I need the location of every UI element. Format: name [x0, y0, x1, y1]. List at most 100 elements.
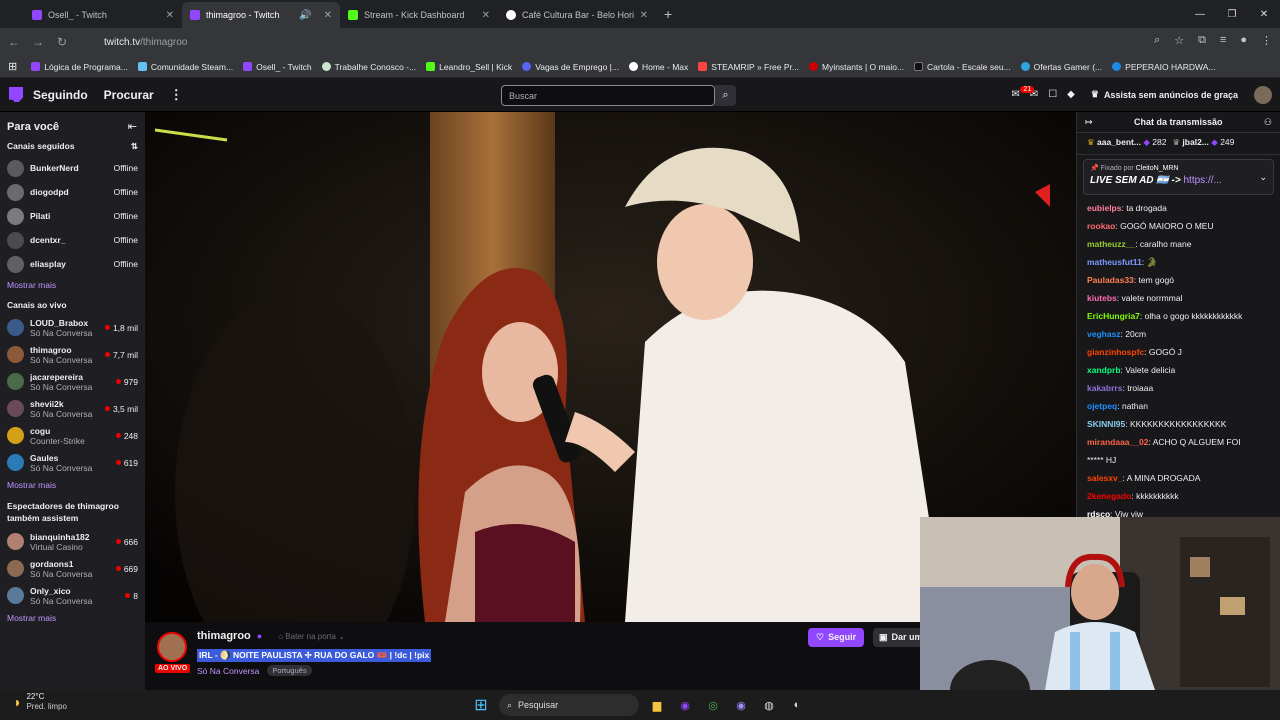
search-icon[interactable]: ⌕ — [715, 85, 736, 106]
twitch-logo-icon[interactable] — [9, 87, 23, 102]
new-tab-icon[interactable]: + — [664, 6, 672, 22]
sidebar-channel[interactable]: jacarepereira Só Na Conversa 979 — [0, 368, 145, 395]
star-icon[interactable]: ☆ — [1174, 34, 1184, 47]
extensions-icon[interactable]: ⧉ — [1198, 34, 1206, 47]
back-icon[interactable]: ← — [2, 35, 26, 49]
chat-username[interactable]: rookao — [1087, 221, 1115, 231]
sidebar-channel[interactable]: gordaons1 Só Na Conversa 669 — [0, 555, 145, 582]
pinned-link[interactable]: https://... — [1183, 175, 1221, 186]
browse-link[interactable]: Procurar — [104, 88, 154, 102]
bookmark-item[interactable]: Vagas de Emprego |... — [522, 61, 619, 72]
menu-list-icon[interactable]: ≡ — [1220, 34, 1226, 47]
chat-username[interactable]: xandprb — [1087, 365, 1121, 375]
steam-icon[interactable]: ◐ — [786, 694, 808, 716]
chat-username[interactable]: EricHungria7 — [1087, 311, 1140, 321]
sidebar-channel[interactable]: Gaules Só Na Conversa 619 — [0, 449, 145, 476]
bits-icon[interactable]: ◆ — [1067, 89, 1075, 100]
chrome-icon[interactable]: ◎ — [702, 694, 724, 716]
chat-username[interactable]: veghasz — [1087, 329, 1121, 339]
bookmark-item[interactable]: Home - Max — [628, 61, 688, 72]
gift-entry[interactable]: ♛ jbal2... ◆ 249 — [1172, 137, 1234, 150]
twitch-app-icon[interactable]: ◉ — [674, 694, 696, 716]
streamer-avatar[interactable] — [157, 632, 187, 662]
audio-icon[interactable]: 🔊 — [299, 10, 311, 21]
chat-username[interactable]: gianzinhospfc — [1087, 347, 1144, 357]
following-link[interactable]: Seguindo — [33, 88, 88, 102]
address-bar[interactable]: twitch.tv/thimagroo — [82, 32, 1152, 52]
sort-icon[interactable]: ⇅ — [131, 141, 138, 152]
obs-icon[interactable]: ◍ — [758, 694, 780, 716]
tag-portugues[interactable]: Português — [267, 665, 312, 676]
minimize-icon[interactable]: — — [1184, 0, 1216, 28]
gift-entry[interactable]: ♛ aaa_bent... ◆ 282 — [1087, 137, 1166, 150]
activity-icon[interactable]: ☐ — [1048, 89, 1057, 100]
sidebar-channel[interactable]: Pilati Offline — [0, 204, 145, 228]
close-tab-icon[interactable]: ✕ — [166, 10, 174, 21]
chat-username[interactable]: matheuzz__ — [1087, 239, 1135, 249]
sidebar-channel[interactable]: BunkerNerd Offline — [0, 156, 145, 180]
chat-username[interactable]: kakabrrs — [1087, 383, 1122, 393]
sidebar-channel[interactable]: eliasplay Offline — [0, 252, 145, 276]
chat-username[interactable]: mirandaaa__02 — [1087, 437, 1148, 447]
chat-username[interactable]: SKINNI95 — [1087, 419, 1125, 429]
expand-icon[interactable]: ↦ — [1085, 117, 1093, 128]
bookmark-item[interactable]: Comunidade Steam... — [137, 61, 233, 72]
bookmark-item[interactable]: PEPERAIO HARDWA... — [1112, 61, 1216, 72]
close-window-icon[interactable]: ✕ — [1248, 0, 1280, 28]
chat-username[interactable]: rdsco — [1087, 509, 1110, 517]
show-more-link[interactable]: Mostrar mais — [0, 276, 145, 296]
kebab-menu-icon[interactable]: ⋮ — [1261, 34, 1272, 47]
channel-name[interactable]: thimagroo — [197, 630, 251, 642]
sidebar-channel[interactable]: diogodpd Offline — [0, 180, 145, 204]
bookmark-item[interactable]: Ofertas Gamer (... — [1020, 61, 1102, 72]
chat-username[interactable]: salesxv_ — [1087, 473, 1122, 483]
tab-kick[interactable]: Stream - Kick Dashboard ✕ — [340, 2, 498, 28]
close-tab-icon[interactable]: ✕ — [324, 10, 332, 21]
show-more-link[interactable]: Mostrar mais — [0, 476, 145, 496]
chat-username[interactable]: kiutebs — [1087, 293, 1117, 303]
sidebar-channel[interactable]: dcentxr_ Offline — [0, 228, 145, 252]
windows-start-icon[interactable]: ⊞ — [470, 694, 492, 716]
file-explorer-icon[interactable]: ▆ — [646, 694, 668, 716]
sidebar-channel[interactable]: bianquinha182 Virtual Casino 666 — [0, 528, 145, 555]
chat-username[interactable]: 2kenegado — [1087, 491, 1131, 501]
bookmark-item[interactable]: Lógica de Programa... — [31, 61, 128, 72]
collapse-icon[interactable]: ⇤ — [128, 120, 137, 133]
maximize-icon[interactable]: ❐ — [1216, 0, 1248, 28]
zoom-icon[interactable]: ⌕ — [1154, 34, 1160, 47]
stream-category[interactable]: Só Na Conversa — [197, 666, 259, 676]
close-tab-icon[interactable]: ✕ — [482, 10, 490, 21]
bookmark-item[interactable]: Myinstants | O maio... — [808, 61, 904, 72]
search-input[interactable]: Buscar — [501, 85, 715, 106]
reload-icon[interactable]: ↻ — [50, 35, 74, 49]
discord-icon[interactable]: ◉ — [730, 694, 752, 716]
user-avatar[interactable] — [1254, 85, 1272, 104]
bookmark-item[interactable]: Trabalhe Conosco -... — [321, 61, 416, 72]
pinned-message[interactable]: 📌 Fixado por CleitoN_MRN LIVE SEM AD 🇦🇷 … — [1083, 159, 1274, 195]
chat-username[interactable]: matheusfut11 — [1087, 257, 1142, 267]
apps-grid-icon[interactable]: ⊞ — [8, 60, 17, 73]
sidebar-channel[interactable]: LOUD_Brabox Só Na Conversa 1,8 mil — [0, 314, 145, 341]
chat-username[interactable]: Pauladas33 — [1087, 275, 1134, 285]
chevron-down-icon[interactable]: ⌄ — [1259, 172, 1267, 183]
weather-widget[interactable]: ◑ 22°C Pred. limpo — [12, 692, 67, 712]
chat-username[interactable]: ojetpeq — [1087, 401, 1117, 411]
sidebar-channel[interactable]: thimagroo Só Na Conversa 7,7 mil — [0, 341, 145, 368]
tab-osell[interactable]: Osell_ - Twitch ✕ — [24, 2, 182, 28]
knock-button[interactable]: ⌂ Bater na porta ⌄ — [278, 632, 345, 641]
forward-icon[interactable]: → — [26, 35, 50, 49]
bookmark-item[interactable]: Cartola - Escale seu... — [914, 61, 1011, 72]
sidebar-channel[interactable]: Only_xico Só Na Conversa 8 — [0, 582, 145, 609]
sidebar-channel[interactable]: cogu Counter-Strike 248 — [0, 422, 145, 449]
bookmark-item[interactable]: STEAMRIP » Free Pr... — [698, 61, 799, 72]
tab-cafe[interactable]: Café Cultura Bar - Belo Horizon ✕ — [498, 2, 656, 28]
users-icon[interactable]: ⚇ — [1264, 117, 1272, 128]
prime-button[interactable]: ♛ Assista sem anúncios de graça — [1085, 85, 1244, 104]
bookmark-item[interactable]: Leandro_Sell | Kick — [426, 61, 512, 72]
subscribe-button[interactable]: ▣ Dar um — [873, 628, 920, 647]
close-tab-icon[interactable]: ✕ — [640, 10, 648, 21]
inbox-icon[interactable]: ✉ 21 — [1011, 86, 1035, 100]
more-options-icon[interactable]: ⋮ — [170, 87, 183, 103]
sidebar-channel[interactable]: shevii2k Só Na Conversa 3,5 mil — [0, 395, 145, 422]
taskbar-search[interactable]: ⌕ Pesquisar — [499, 694, 639, 716]
